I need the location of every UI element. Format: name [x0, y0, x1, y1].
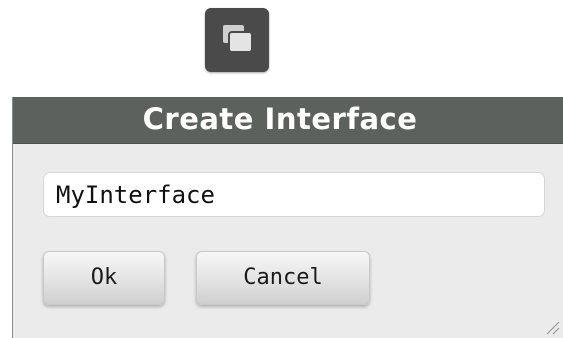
cancel-button[interactable]: Cancel	[196, 251, 370, 305]
page: Create Interface Ok Cancel	[0, 0, 563, 338]
windows-stack-icon-graphic	[221, 23, 253, 53]
resize-grip-graphic	[546, 321, 560, 335]
windows-stack-icon[interactable]	[205, 8, 269, 72]
ok-button[interactable]: Ok	[43, 251, 165, 305]
dialog-title: Create Interface	[142, 102, 418, 136]
dialog-titlebar[interactable]: Create Interface	[13, 97, 563, 144]
create-interface-dialog: Create Interface Ok Cancel	[12, 97, 563, 338]
interface-name-input[interactable]	[43, 172, 545, 217]
resize-grip-icon[interactable]	[542, 317, 560, 335]
